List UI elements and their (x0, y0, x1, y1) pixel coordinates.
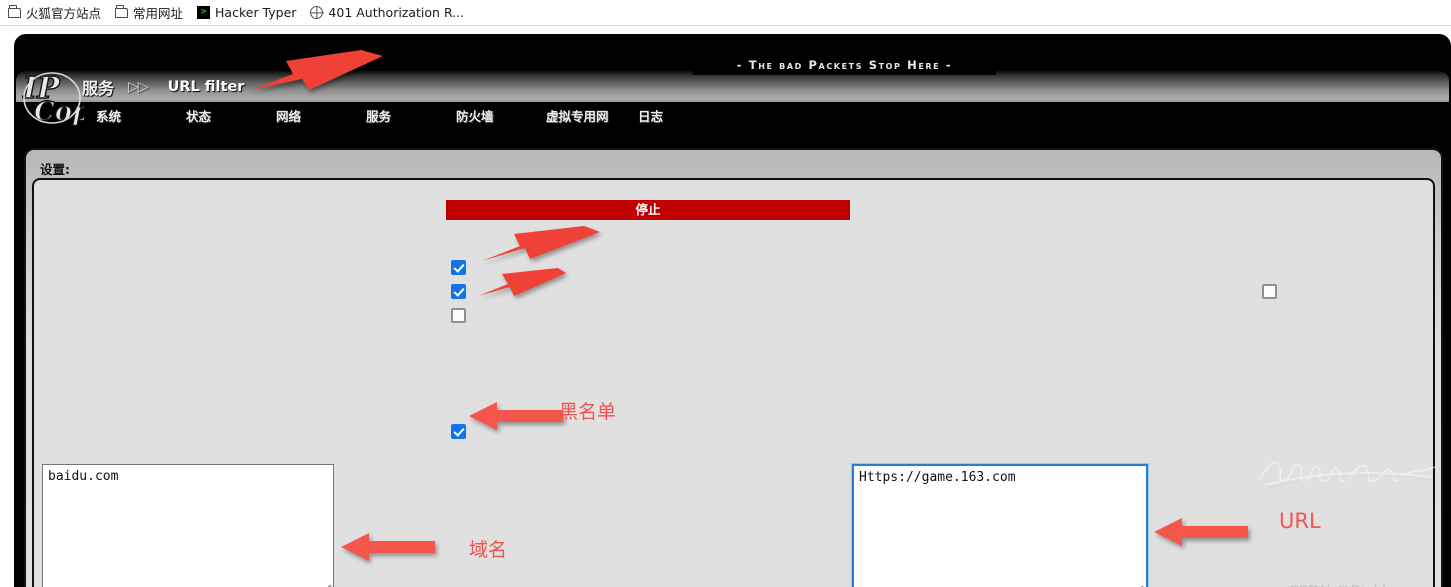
menu-item-system[interactable]: 系统 (96, 106, 121, 125)
menu-item-logs[interactable]: 日志 (638, 106, 663, 125)
bookmark-label: 401 Authorization R... (328, 5, 465, 20)
csdn-watermark: CSDN @Ricklzc (1288, 582, 1402, 587)
bookmark-item-common-sites[interactable]: 常用网址 (115, 3, 183, 22)
menu-item-services[interactable]: 服务 (366, 106, 391, 125)
folder-icon (115, 5, 129, 18)
menu-item-firewall[interactable]: 防火墙 (456, 106, 494, 125)
custom-blacklist-enabled-checkbox[interactable] (451, 424, 466, 439)
titlebar: 服务 ▷▷ URL filter (16, 71, 1449, 102)
ipcop-page: - The bad Packets Stop Here - 服务 ▷▷ URL … (0, 26, 1451, 587)
status-badge: 停止 (446, 200, 850, 220)
bookmark-item-401-authorization[interactable]: 401 Authorization R... (310, 5, 464, 20)
log-username-checkbox[interactable] (451, 308, 466, 323)
bookmark-label: Hacker Typer (215, 5, 297, 20)
enabled-checkbox[interactable] (451, 260, 466, 275)
annotation-label-domain: 域名 (469, 539, 508, 561)
bookmark-label: 常用网址 (133, 6, 184, 21)
menu-item-vpn[interactable]: 虚拟专用网 (546, 106, 609, 125)
annotation-label-blacklist: 黑名单 (559, 401, 617, 423)
menu-item-network[interactable]: 网络 (276, 106, 301, 125)
blocked-domains-textarea[interactable] (42, 464, 334, 587)
browser-bookmarks-bar: 火狐官方站点 常用网址 > Hacker Typer 401 Authoriza… (0, 0, 1451, 26)
slogan-tab: - The bad Packets Stop Here - (693, 55, 996, 75)
hacker-typer-favicon: > (197, 6, 211, 19)
bookmark-item-hacker-typer[interactable]: > Hacker Typer (197, 5, 296, 20)
breadcrumb-separator-icon: ▷▷ (128, 78, 149, 95)
main-menubar: 系统 状态 网络 服务 防火墙 虚拟专用网 日志 (16, 102, 1449, 126)
settings-legend: 设置: (40, 162, 70, 177)
log-enabled-checkbox[interactable] (451, 284, 466, 299)
menu-item-status[interactable]: 状态 (186, 106, 211, 125)
bookmark-label: 火狐官方站点 (26, 6, 102, 21)
globe-icon (310, 6, 324, 19)
blocked-urls-textarea[interactable] (851, 463, 1149, 587)
breadcrumb-section[interactable]: 服务 (82, 75, 114, 99)
folder-icon (8, 5, 21, 18)
bookmark-item-firefox-home[interactable]: 火狐官方站点 (8, 3, 101, 22)
split-log-checkbox[interactable] (1262, 284, 1277, 299)
breadcrumb-page: URL filter (167, 78, 245, 95)
annotation-label-url: URL (1279, 509, 1321, 533)
